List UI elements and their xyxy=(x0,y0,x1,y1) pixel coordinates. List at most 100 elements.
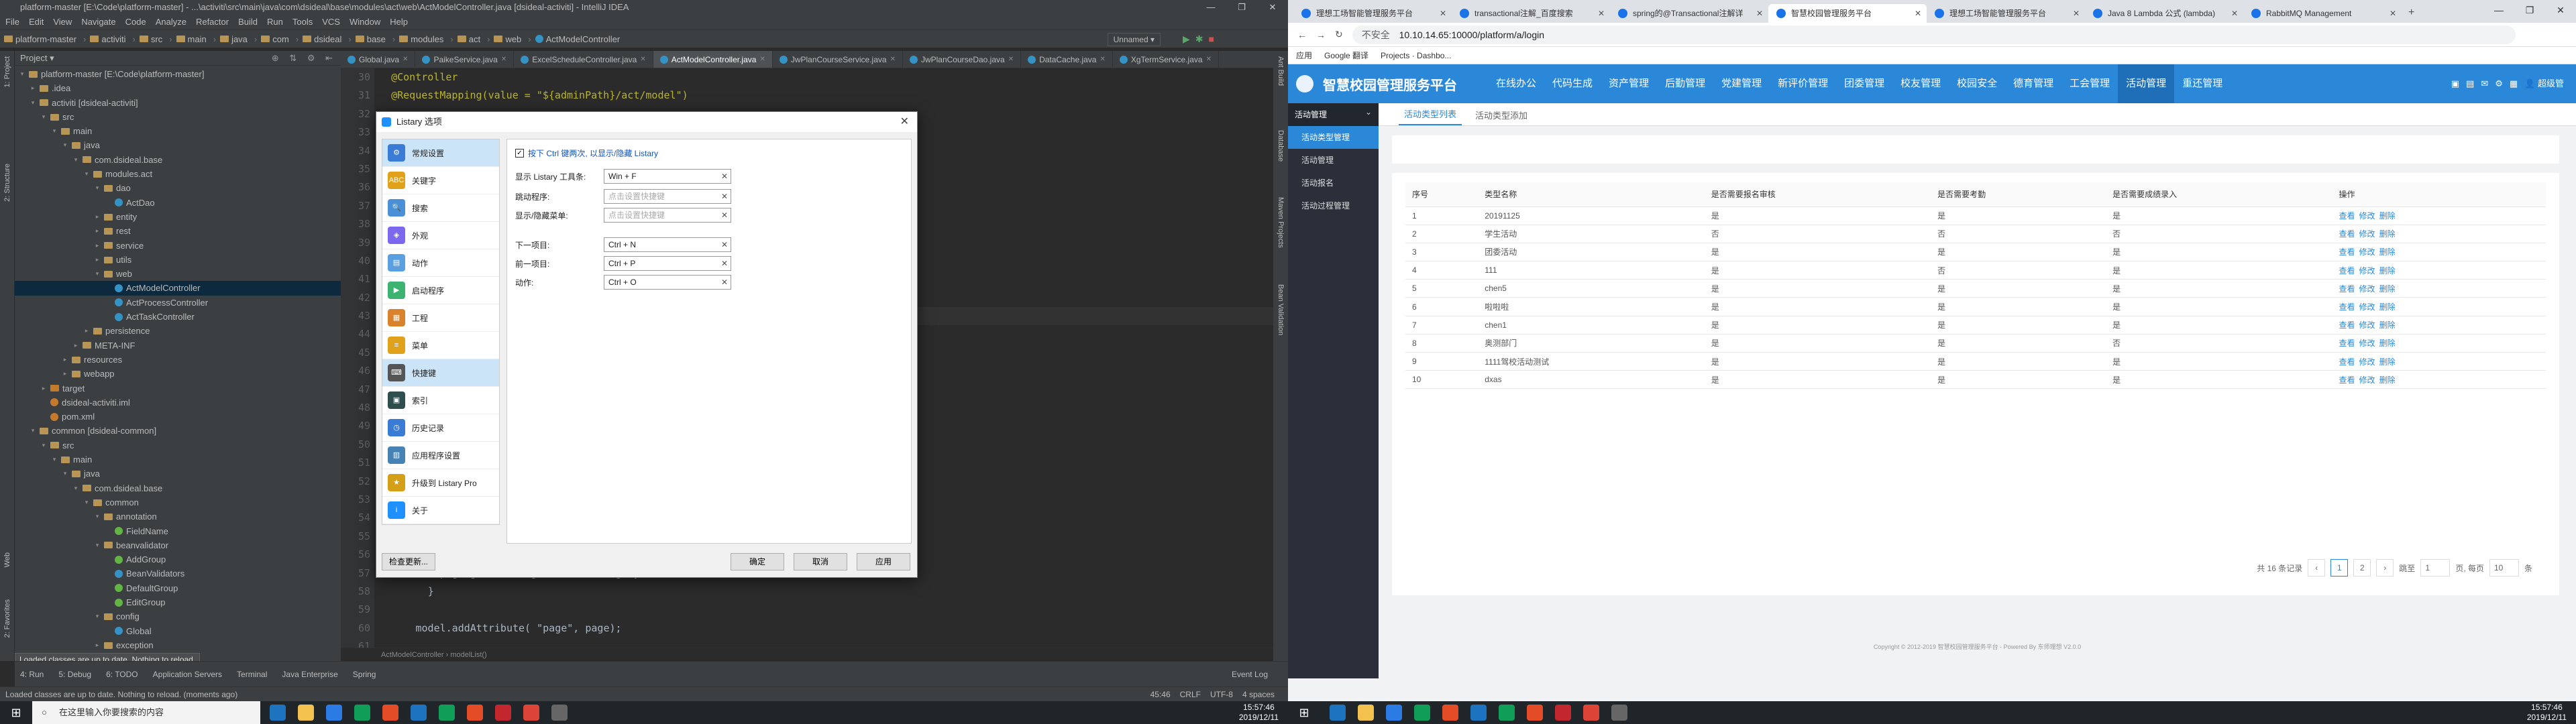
header-tool-icon[interactable]: ⚙ xyxy=(2495,64,2503,103)
page-1-button[interactable]: 1 xyxy=(2330,559,2349,577)
tree-node[interactable]: ▾ beanvalidator xyxy=(15,538,341,552)
tab-close-icon[interactable]: ✕ xyxy=(501,51,506,68)
expand-arrow-icon[interactable]: ▾ xyxy=(62,138,68,152)
header-tool-icon[interactable]: ▤ xyxy=(2466,64,2474,103)
top-nav-item[interactable]: 德育管理 xyxy=(2005,64,2061,103)
windows-start-icon[interactable]: ⊞ xyxy=(0,701,32,724)
tree-node[interactable]: ▾ annotation xyxy=(15,509,341,524)
tool-window-terminal[interactable]: Terminal xyxy=(237,670,267,679)
browser-tab[interactable]: RabbitMQ Management ✕ xyxy=(2243,4,2402,23)
top-nav-item[interactable]: 活动管理 xyxy=(2118,64,2175,103)
action-view-link[interactable]: 查看 xyxy=(2339,284,2355,294)
action-delete-link[interactable]: 删除 xyxy=(2379,320,2396,330)
tab-close-icon[interactable]: ✕ xyxy=(1206,51,1212,68)
action-edit-link[interactable]: 修改 xyxy=(2359,375,2375,385)
clock-right[interactable]: 15:57:46 2019/12/11 xyxy=(2527,703,2567,723)
expand-arrow-icon[interactable]: ▾ xyxy=(40,438,47,452)
taskbar-app-icon[interactable] xyxy=(1358,705,1374,721)
header-tool-icon[interactable]: ▣ xyxy=(2451,64,2459,103)
side-nav-item[interactable]: 活动类型管理 xyxy=(1288,126,1379,149)
expand-arrow-icon[interactable]: ▾ xyxy=(94,181,101,195)
per-page-input[interactable]: 10 xyxy=(2489,559,2519,577)
tree-node[interactable]: ▸ META-INF xyxy=(15,339,341,353)
code-line[interactable]: model.addAttribute( "page", page); xyxy=(380,619,1273,638)
tab-close-icon[interactable]: ✕ xyxy=(1008,51,1014,68)
taskbar-app-icon[interactable] xyxy=(467,705,483,721)
code-line[interactable]: @RequestMapping(value = "${adminPath}/ac… xyxy=(380,86,1273,105)
tab-close-icon[interactable]: ✕ xyxy=(1440,4,1446,23)
tree-node[interactable]: ▾ modules.act xyxy=(15,167,341,181)
taskbar-search-input[interactable]: 在这里输入你要搜索的内容 xyxy=(32,701,260,724)
top-nav-item[interactable]: 资产管理 xyxy=(1601,64,1657,103)
run-config-select[interactable]: Unnamed ▾ xyxy=(1107,33,1161,46)
web-tool-tab[interactable]: Web xyxy=(1,547,13,572)
browser-tab[interactable]: 智慧校园管理服务平台 ✕ xyxy=(1768,4,1927,23)
cancel-button[interactable]: 取消 xyxy=(794,553,847,570)
top-nav-item[interactable]: 校园安全 xyxy=(1949,64,2005,103)
tree-node[interactable]: pom.xml xyxy=(15,410,341,424)
dialog-nav-item[interactable]: ▥ 应用程序设置 xyxy=(382,442,499,469)
tree-node[interactable]: dsideal-activiti.iml xyxy=(15,396,341,410)
expand-arrow-icon[interactable]: ▾ xyxy=(30,424,36,438)
editor-tab[interactable]: ExcelScheduleController.java ✕ xyxy=(514,51,653,68)
taskbar-app-icon[interactable] xyxy=(1442,705,1458,721)
side-nav-item[interactable]: 活动管理 xyxy=(1288,149,1379,172)
action-view-link[interactable]: 查看 xyxy=(2339,339,2355,348)
dialog-nav-item[interactable]: ★ 升级到 Listary Pro xyxy=(382,469,499,497)
clear-icon[interactable]: ✕ xyxy=(721,208,728,222)
menu-vcs[interactable]: VCS xyxy=(322,15,340,29)
browser-tab[interactable]: Java 8 Lambda 公式 (lambda) ✕ xyxy=(2085,4,2243,23)
action-edit-link[interactable]: 修改 xyxy=(2359,284,2375,294)
reload-icon[interactable]: ↻ xyxy=(1335,29,1343,40)
tree-node[interactable]: ActModelController xyxy=(15,281,341,296)
tree-node[interactable]: ▾ src xyxy=(15,438,341,452)
tree-node[interactable]: ▸ persistence xyxy=(15,324,341,338)
menu-navigate[interactable]: Navigate xyxy=(81,15,115,29)
editor-tab[interactable]: DataCache.java ✕ xyxy=(1021,51,1113,68)
action-delete-link[interactable]: 删除 xyxy=(2379,247,2396,257)
breadcrumb-item[interactable]: src xyxy=(139,34,172,44)
clear-icon[interactable]: ✕ xyxy=(721,238,728,251)
content-tab[interactable]: 活动类型添加 xyxy=(1470,109,1533,125)
insecure-badge[interactable]: 不安全 xyxy=(1362,29,1390,40)
clock[interactable]: 15:57:46 2019/12/11 xyxy=(1239,703,1279,723)
check-update-button[interactable]: 检查更新... xyxy=(382,553,435,570)
tree-node[interactable]: ActProcessController xyxy=(15,296,341,310)
action-view-link[interactable]: 查看 xyxy=(2339,320,2355,330)
jump-page-input[interactable]: 1 xyxy=(2420,559,2451,577)
page-2-button[interactable]: 2 xyxy=(2353,559,2371,577)
action-edit-link[interactable]: 修改 xyxy=(2359,229,2375,239)
taskbar-app-icon[interactable] xyxy=(326,705,342,721)
tree-node[interactable]: ▾ com.dsideal.base xyxy=(15,481,341,495)
dialog-nav-item[interactable]: ≡ 菜单 xyxy=(382,332,499,359)
tab-close-icon[interactable]: ✕ xyxy=(1598,4,1605,23)
dialog-close-button[interactable]: ✕ xyxy=(900,112,909,132)
action-edit-link[interactable]: 修改 xyxy=(2359,266,2375,276)
action-delete-link[interactable]: 删除 xyxy=(2379,266,2396,276)
menu-run[interactable]: Run xyxy=(267,15,283,29)
tree-node[interactable]: ▸ service xyxy=(15,239,341,253)
top-nav-item[interactable]: 党建管理 xyxy=(1713,64,1770,103)
taskbar-app-icon[interactable] xyxy=(1611,705,1627,721)
breadcrumb-item[interactable]: web xyxy=(494,34,531,44)
hotkey-input[interactable]: 点击设置快捷键 ✕ xyxy=(604,208,731,223)
expand-arrow-icon[interactable]: ▾ xyxy=(62,467,68,481)
tree-node[interactable]: ▾ com.dsideal.base xyxy=(15,153,341,167)
expand-arrow-icon[interactable]: ▾ xyxy=(30,96,36,110)
structure-tool-tab[interactable]: 2: Structure xyxy=(1,158,13,207)
side-group-activity[interactable]: 活动管理 xyxy=(1288,101,1379,126)
browser-tab[interactable]: 理想工场智能管理服务平台 ✕ xyxy=(1927,4,2085,23)
browser-tab[interactable]: 理想工场智能管理服务平台 ✕ xyxy=(1293,4,1452,23)
tree-node[interactable]: ▸ webapp xyxy=(15,367,341,381)
action-edit-link[interactable]: 修改 xyxy=(2359,357,2375,367)
action-edit-link[interactable]: 修改 xyxy=(2359,339,2375,348)
top-nav-item[interactable]: 新评价管理 xyxy=(1770,64,1836,103)
dialog-nav-item[interactable]: ABC 关键字 xyxy=(382,167,499,194)
taskbar-app-icon[interactable] xyxy=(523,705,539,721)
hotkey-input[interactable]: Ctrl + O ✕ xyxy=(604,275,731,290)
address-bar[interactable]: 不安全 10.10.14.65:10000/platform/a/login xyxy=(1352,25,2516,44)
action-view-link[interactable]: 查看 xyxy=(2339,211,2355,221)
status-indicator[interactable]: CRLF xyxy=(1180,687,1201,702)
top-nav-item[interactable]: 在线办公 xyxy=(1488,64,1544,103)
dialog-nav-item[interactable]: ◈ 外观 xyxy=(382,222,499,249)
